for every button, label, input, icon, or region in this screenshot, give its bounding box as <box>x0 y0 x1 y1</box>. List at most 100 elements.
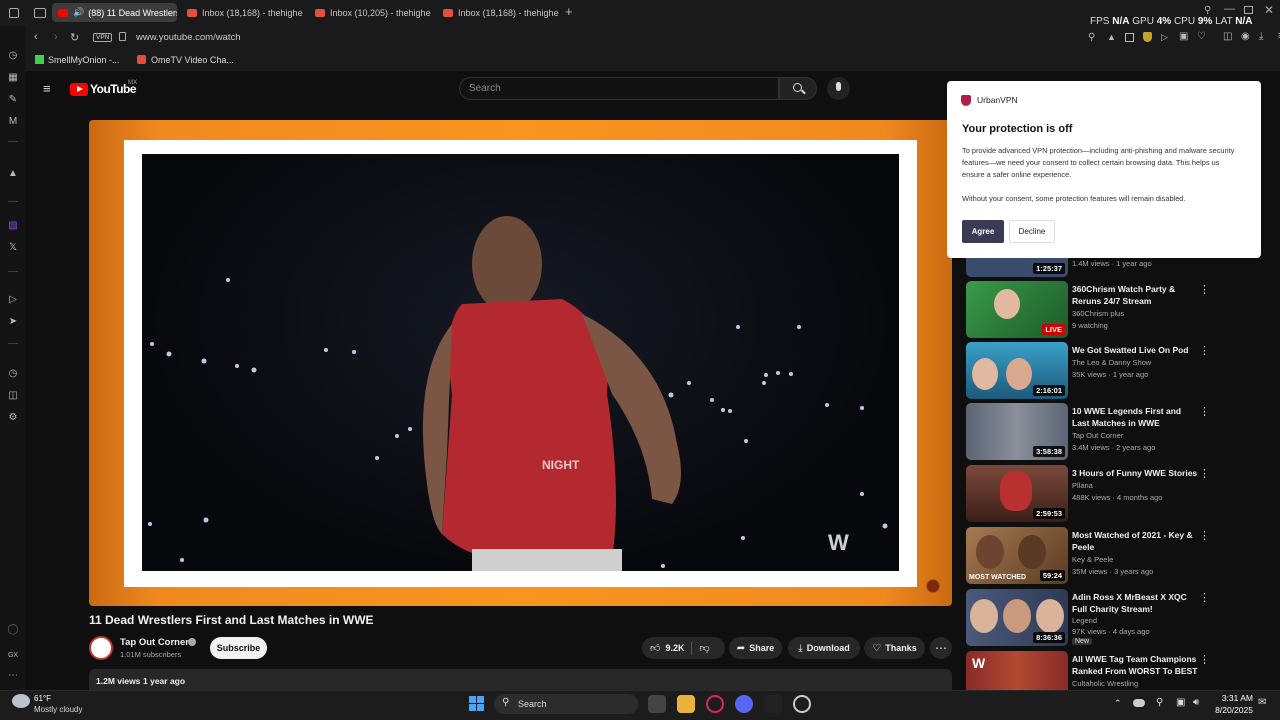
vpn-badge[interactable]: VPN <box>93 33 113 42</box>
video-title[interactable]: We Got Swatted Live On Pod <box>1072 344 1198 356</box>
video-thumbnail[interactable]: MOST WATCHED 59:24 <box>966 527 1068 584</box>
channel-name[interactable]: Key & Peele <box>1072 555 1113 564</box>
tab-gmail-2[interactable]: Inbox (10,205) - thehighe <box>309 3 434 22</box>
share-button[interactable]: ➦ Share <box>729 637 782 659</box>
reload-icon[interactable]: ↻ <box>70 31 79 44</box>
list-item[interactable]: LIVE 360Chrism Watch Party & Reruns 24/7… <box>966 281 1216 338</box>
hide-sidebar-icon[interactable]: ◯ <box>7 624 19 636</box>
video-title[interactable]: Adin Ross X MrBeast X XQC Full Charity S… <box>1072 591 1198 615</box>
opera-gx-icon[interactable] <box>706 695 724 713</box>
close-icon[interactable]: ✕ <box>1264 3 1274 17</box>
video-title[interactable]: 360Chrism Watch Party & Reruns 24/7 Stre… <box>1072 283 1198 307</box>
more-options-icon[interactable]: ⋮ <box>1199 283 1210 296</box>
gx-icon[interactable]: GX <box>7 650 19 662</box>
bookmark-ometv[interactable]: OmeTV Video Cha... <box>151 55 234 65</box>
onedrive-icon[interactable] <box>1133 699 1145 707</box>
channel-name[interactable]: The Leo & Danny Show <box>1072 358 1151 367</box>
video-content[interactable]: NIGHT W <box>142 154 899 571</box>
tab-gmail-1[interactable]: Inbox (18,168) - thehighe <box>181 3 306 22</box>
steam-icon[interactable] <box>793 695 811 713</box>
video-thumbnail[interactable]: W <box>966 651 1068 690</box>
microphone-icon[interactable]: ⚲ <box>1156 697 1163 708</box>
play-icon[interactable]: ▷ <box>1161 32 1168 43</box>
search-input[interactable]: Search <box>459 77 779 100</box>
list-item[interactable]: MOST WATCHED 59:24 Most Watched of 2021 … <box>966 527 1216 584</box>
zoom-icon[interactable]: ⚲ <box>1088 32 1095 43</box>
network-icon[interactable]: ▣ <box>1176 697 1185 708</box>
task-view-icon[interactable] <box>648 695 666 713</box>
clock-date[interactable]: 8/20/2025 <box>1205 705 1253 715</box>
video-thumbnail[interactable]: 2:16:01 <box>966 342 1068 399</box>
workspace-icon[interactable]: ▦ <box>7 72 19 84</box>
file-explorer-icon[interactable] <box>677 695 695 713</box>
wallet-icon[interactable]: ▣ <box>1179 31 1188 42</box>
pin-icon[interactable]: ▲ <box>1107 32 1116 42</box>
bookmark-smellmyonion[interactable]: SmellMyOnion -... <box>48 55 120 65</box>
download-icon[interactable]: ⤓ <box>1259 31 1263 42</box>
clock-icon[interactable]: ◷ <box>7 368 19 380</box>
channel-name[interactable]: Tap Out Corner <box>120 637 189 648</box>
maximize-icon[interactable] <box>1244 6 1253 14</box>
like-count[interactable]: 9.2K <box>665 643 684 653</box>
new-tab-icon[interactable]: + <box>565 4 573 19</box>
more-actions-button[interactable]: ⋯ <box>930 637 952 659</box>
extensions-icon[interactable]: ◫ <box>1223 31 1232 42</box>
list-item[interactable]: 2:16:01 We Got Swatted Live On Pod The L… <box>966 342 1216 399</box>
list-item[interactable]: 3:58:38 10 WWE Legends First and Last Ma… <box>966 403 1216 460</box>
profile-icon[interactable]: ◉ <box>1241 31 1250 42</box>
youtube-logo-icon[interactable] <box>70 83 88 96</box>
forward-icon[interactable]: › <box>54 31 58 43</box>
mail-icon[interactable]: M <box>7 116 19 128</box>
list-item[interactable]: W All WWE Tag Team Champions Ranked From… <box>966 651 1216 690</box>
extensions-icon[interactable]: ◫ <box>7 390 19 402</box>
more-options-icon[interactable]: ⋮ <box>1199 529 1210 542</box>
app-icon[interactable]: ▲ <box>7 168 19 180</box>
dislike-icon[interactable]: 👎︎ <box>699 642 709 654</box>
shield-icon[interactable] <box>1143 32 1152 42</box>
heart-icon[interactable]: ♡ <box>1197 31 1206 42</box>
clock-time[interactable]: 3:31 AM <box>1215 693 1253 703</box>
tab-youtube[interactable]: 🔊 (88) 11 Dead Wrestlers <box>52 3 177 22</box>
taskbar-search[interactable]: ⚲ Search <box>494 694 638 714</box>
channel-name[interactable]: Cultaholic Wrestling <box>1072 679 1138 688</box>
video-title[interactable]: 10 WWE Legends First and Last Matches in… <box>1072 405 1198 429</box>
more-options-icon[interactable]: ⋮ <box>1199 344 1210 357</box>
windows-start-icon[interactable] <box>469 696 485 712</box>
video-thumbnail[interactable]: 3:58:38 <box>966 403 1068 460</box>
video-thumbnail[interactable]: 1:25:37 <box>966 258 1068 277</box>
search-button[interactable] <box>779 77 817 100</box>
window-menu-icon[interactable] <box>9 8 19 18</box>
history-icon[interactable]: ◷ <box>7 50 19 62</box>
list-item[interactable]: 1:25:37 1.4M views · 1 year ago <box>966 258 1216 277</box>
minimize-icon[interactable]: — <box>1224 3 1235 15</box>
channel-name[interactable]: Tap Out Corner <box>1072 431 1123 440</box>
video-title[interactable]: All WWE Tag Team Champions Ranked From W… <box>1072 653 1198 677</box>
decline-button[interactable]: Decline <box>1009 220 1055 243</box>
channel-name[interactable]: Legend <box>1072 616 1097 625</box>
channel-avatar[interactable] <box>89 636 113 660</box>
weather-temp[interactable]: 61°F <box>34 694 51 703</box>
tab-gmail-3[interactable]: Inbox (18,168) - thehighe <box>437 3 562 22</box>
search-tabs-icon[interactable]: ⚲ <box>1204 5 1211 16</box>
capture-icon[interactable] <box>1125 33 1134 42</box>
more-icon[interactable]: ⋯ <box>7 670 19 682</box>
more-options-icon[interactable]: ⋮ <box>1199 467 1210 480</box>
volume-icon[interactable]: 🔊︎ <box>1193 697 1199 708</box>
gear-icon[interactable]: ⚙ <box>7 412 19 424</box>
url-field[interactable]: www.youtube.com/watch <box>136 32 241 43</box>
list-item[interactable]: 2:59:53 3 Hours of Funny WWE Stories Pll… <box>966 465 1216 522</box>
channel-name[interactable]: Pllana <box>1072 481 1093 490</box>
discord-icon[interactable] <box>735 695 753 713</box>
thanks-button[interactable]: ♡ Thanks <box>864 637 925 659</box>
voice-search-button[interactable] <box>827 77 850 100</box>
app-icon[interactable] <box>764 695 782 713</box>
video-title[interactable]: 3 Hours of Funny WWE Stories <box>1072 467 1198 479</box>
show-hidden-icons-icon[interactable]: ⌃ <box>1114 698 1122 709</box>
channel-name[interactable]: 360Chrism plus <box>1072 309 1124 318</box>
weather-cloud-icon[interactable] <box>12 694 30 708</box>
agree-button[interactable]: Agree <box>962 220 1004 243</box>
video-thumbnail[interactable]: 8:36:36 <box>966 589 1068 646</box>
player-icon[interactable]: ▷ <box>7 294 19 306</box>
channel-watermark-icon[interactable] <box>926 579 940 593</box>
notifications-icon[interactable]: ✉ <box>1258 697 1266 708</box>
